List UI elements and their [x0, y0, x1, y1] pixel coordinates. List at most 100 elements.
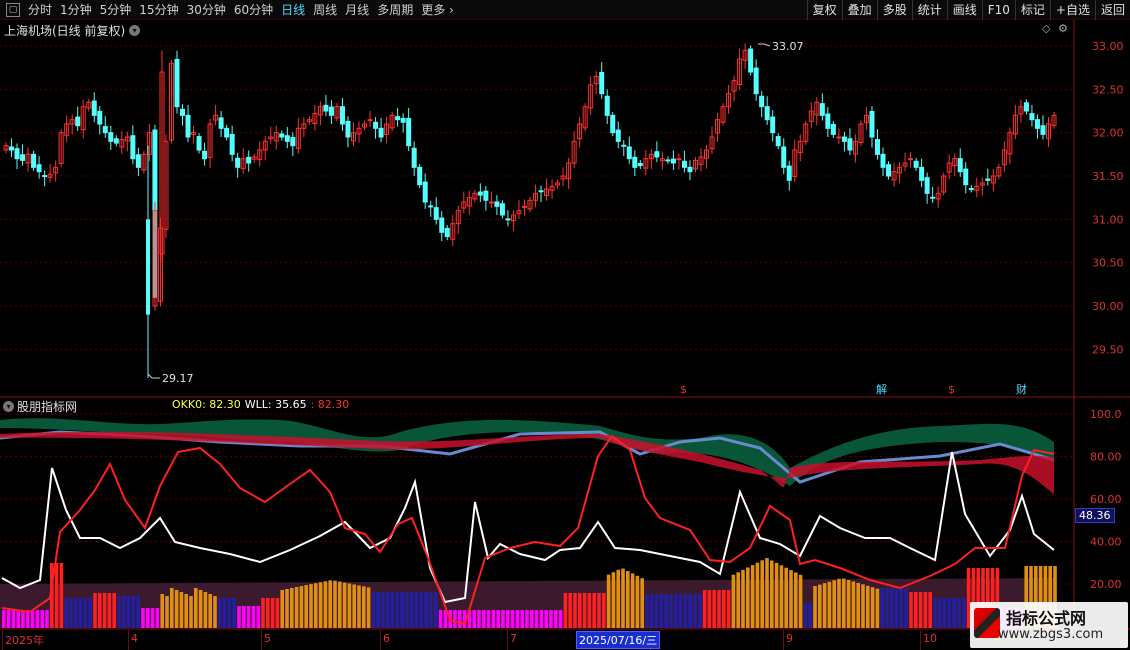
- candle-body: [1040, 125, 1046, 135]
- date-tick: [920, 630, 921, 650]
- histogram-bar: [160, 594, 164, 628]
- candle-body: [985, 178, 991, 181]
- tool-button-0[interactable]: 复权: [806, 0, 842, 20]
- candle: [444, 224, 450, 241]
- candle: [1034, 114, 1040, 139]
- candle: [985, 168, 991, 186]
- candle: [621, 140, 627, 157]
- date-tick: [380, 630, 381, 650]
- candle-body: [422, 181, 428, 203]
- candle: [439, 211, 445, 241]
- histogram-bar: [587, 593, 592, 628]
- candle: [781, 138, 787, 175]
- candle-body: [224, 127, 230, 138]
- period-tab-6[interactable]: 日线: [277, 1, 309, 18]
- date-tick: [261, 630, 262, 650]
- histogram-bar: [242, 606, 246, 628]
- window-menu-icon[interactable]: ▢: [6, 2, 20, 17]
- period-toolbar: ▢ 分时 1分钟 5分钟 15分钟 30分钟 60分钟 日线 周线 月线 多周期 更多 › 复权 叠加…: [0, 0, 1130, 20]
- histogram-bar: [914, 592, 918, 628]
- tool-button-5[interactable]: F10: [981, 0, 1015, 20]
- candle: [670, 150, 676, 170]
- candle: [477, 183, 483, 202]
- histogram-bar: [784, 567, 788, 628]
- candle: [168, 59, 174, 144]
- tool-button-7[interactable]: +自选: [1049, 0, 1095, 20]
- candle-body: [654, 151, 660, 158]
- histogram-bar: [506, 610, 510, 628]
- histogram-bar: [54, 563, 59, 628]
- candle: [935, 186, 941, 208]
- histogram-bar: [650, 594, 654, 628]
- tool-button-4[interactable]: 画线: [946, 0, 982, 20]
- candle: [538, 185, 544, 202]
- histogram-bar: [40, 610, 44, 628]
- histogram-bar: [827, 581, 832, 628]
- tool-button-1[interactable]: 叠加: [841, 0, 877, 20]
- candle-body: [130, 135, 136, 160]
- histogram-bar: [525, 610, 529, 628]
- histogram-bar: [534, 610, 539, 628]
- candle-body: [538, 190, 544, 193]
- candle: [659, 151, 665, 170]
- candle: [135, 147, 141, 176]
- candle-body: [626, 146, 632, 160]
- period-tab-1[interactable]: 1分钟: [56, 1, 96, 18]
- histogram-bar: [741, 569, 745, 628]
- histogram-bar: [832, 580, 836, 628]
- histogram-bar: [726, 590, 731, 628]
- tool-button-8[interactable]: 返回: [1094, 0, 1130, 20]
- candle-body: [1029, 113, 1035, 121]
- indicator-chart[interactable]: 100.0 80.00 60.00 40.00 20.00: [0, 398, 1130, 630]
- candle: [58, 129, 64, 167]
- candle: [433, 197, 439, 225]
- candle: [323, 94, 329, 117]
- candle-body: [819, 103, 825, 116]
- histogram-bar: [659, 594, 664, 628]
- candle: [968, 185, 974, 193]
- period-tab-9[interactable]: 多周期: [373, 1, 417, 18]
- histogram-bar: [290, 588, 294, 628]
- candle: [830, 120, 836, 138]
- candlestick-chart[interactable]: 33.00 32.50 32.00 31.50 31.00 30.50 30.00 29.50…: [0, 20, 1130, 398]
- histogram-bar: [899, 588, 904, 628]
- low-marker-label: 29.17: [162, 372, 194, 385]
- candle: [36, 156, 42, 179]
- period-tab-10[interactable]: 更多 ›: [417, 1, 458, 18]
- histogram-bar: [261, 598, 265, 628]
- histogram-bar: [918, 592, 923, 628]
- candle: [472, 189, 478, 203]
- period-tab-7[interactable]: 周线: [309, 1, 341, 18]
- period-tab-8[interactable]: 月线: [341, 1, 373, 18]
- tool-button-3[interactable]: 统计: [911, 0, 947, 20]
- tool-button-6[interactable]: 标记: [1014, 0, 1050, 20]
- candle-body: [323, 104, 329, 112]
- period-tab-3[interactable]: 15分钟: [135, 1, 182, 18]
- candle: [422, 173, 428, 209]
- histogram-bar: [880, 588, 884, 628]
- period-tab-4[interactable]: 30分钟: [183, 1, 230, 18]
- candle-body: [825, 113, 831, 129]
- histogram-bar: [870, 587, 875, 628]
- histogram-bar: [352, 584, 356, 628]
- period-tab-5[interactable]: 60分钟: [230, 1, 277, 18]
- price-label-5: 30.50: [1092, 257, 1124, 270]
- tool-button-2[interactable]: 多股: [876, 0, 912, 20]
- candle-body: [759, 95, 765, 108]
- period-tab-0[interactable]: 分时: [24, 1, 56, 18]
- histogram-bar: [347, 583, 352, 628]
- histogram-bar: [549, 610, 553, 628]
- histogram-bar: [861, 584, 865, 628]
- histogram-bar: [213, 596, 217, 628]
- period-tab-2[interactable]: 5分钟: [96, 1, 136, 18]
- histogram-bar: [11, 610, 16, 628]
- candle-body: [748, 48, 754, 73]
- candle: [764, 96, 770, 125]
- candle-body: [919, 166, 925, 181]
- histogram-bar: [688, 594, 692, 628]
- candle-body: [20, 154, 26, 161]
- candle-body: [477, 191, 483, 196]
- candle-body: [847, 138, 853, 151]
- histogram-bar: [808, 603, 812, 628]
- histogram-bar: [683, 594, 688, 628]
